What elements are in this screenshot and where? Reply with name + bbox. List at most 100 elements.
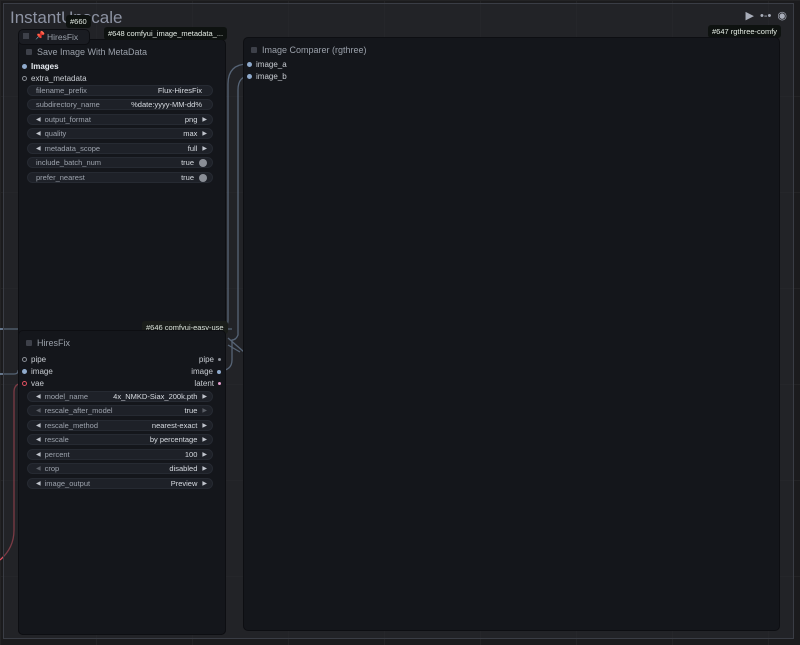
right-arrow-icon[interactable]: ▶ [202, 116, 207, 123]
filename-prefix-widget[interactable]: filename_prefix Flux-HiresFix [27, 85, 213, 96]
widget-label: rescale_method [44, 421, 98, 430]
input-pin-icon [247, 62, 252, 67]
right-arrow-icon[interactable]: ▶ [202, 480, 207, 487]
widget-label: filename_prefix [36, 86, 87, 95]
widget-value: 4x_NMKD-Siax_200k.pth [113, 392, 198, 401]
metadata-scope-widget[interactable]: ◀ metadata_scope full ▶ [27, 143, 213, 154]
hiresfix-id-badge: #660 [66, 15, 91, 28]
hiresfix-header[interactable]: HiresFix [19, 331, 225, 355]
prefer-nearest-widget[interactable]: prefer_nearest true [27, 172, 213, 183]
left-arrow-icon[interactable]: ◀ [36, 480, 41, 487]
input-pin-icon [22, 369, 27, 374]
input-pin-icon [22, 64, 27, 69]
input-pin-icon [22, 76, 27, 81]
subdirectory-name-widget[interactable]: subdirectory_name %date:yyyy-MM-dd% [27, 99, 213, 110]
widget-value: %date:yyyy-MM-dd% [131, 100, 202, 109]
widget-label: include_batch_num [36, 158, 102, 167]
connection-icon[interactable]: •-• [760, 10, 771, 22]
right-arrow-icon[interactable]: ▶ [202, 451, 207, 458]
hiresfix-node[interactable]: HiresFix pipe image vae pipe image laten… [19, 331, 225, 634]
right-arrow-icon[interactable]: ▶ [202, 407, 207, 414]
image-b-label: image_b [256, 72, 287, 81]
right-arrow-icon[interactable]: ▶ [202, 145, 207, 152]
input-pin-icon [22, 381, 27, 386]
image-output-widget[interactable]: ◀ image_output Preview ▶ [27, 478, 213, 489]
pipe-output[interactable]: pipe [199, 355, 221, 364]
right-arrow-icon[interactable]: ▶ [202, 393, 207, 400]
image-a-input[interactable]: image_a [247, 60, 287, 69]
left-arrow-icon[interactable]: ◀ [36, 393, 41, 400]
widget-value: Flux-HiresFix [157, 86, 202, 95]
image-comparer-node[interactable]: Image Comparer (rgthree) image_a image_b [244, 38, 779, 630]
toggle-icon[interactable] [199, 173, 207, 182]
images-input[interactable]: Images [22, 62, 59, 71]
metadata-id-badge: #648 comfyui_image_metadata_... [104, 27, 228, 40]
node-collapse-icon[interactable] [26, 340, 32, 346]
eye-icon[interactable]: ◉ [777, 10, 787, 22]
output-pin-icon [217, 369, 221, 374]
widget-value: full [187, 144, 198, 153]
widget-label: rescale [44, 435, 69, 444]
input-pin-icon [247, 74, 252, 79]
widget-label: image_output [44, 479, 91, 488]
output-pin-icon [218, 382, 221, 385]
node-collapse-icon[interactable] [26, 49, 32, 55]
collapsed-node-title: HiresFix [47, 32, 79, 42]
left-arrow-icon[interactable]: ◀ [36, 116, 41, 123]
image-output[interactable]: image [191, 367, 221, 376]
image-input[interactable]: image [22, 367, 53, 376]
widget-value: max [183, 129, 198, 138]
output-format-widget[interactable]: ◀ output_format png ▶ [27, 114, 213, 125]
widget-label: subdirectory_name [36, 100, 100, 109]
extra-metadata-input[interactable]: extra_metadata [22, 74, 87, 83]
rescale-widget[interactable]: ◀ rescale by percentage ▶ [27, 434, 213, 445]
widget-value: true [181, 173, 194, 182]
image-b-input[interactable]: image_b [247, 72, 287, 81]
images-input-label: Images [31, 62, 59, 71]
widget-label: rescale_after_model [44, 406, 113, 415]
left-arrow-icon[interactable]: ◀ [36, 422, 41, 429]
widget-label: crop [44, 464, 60, 473]
save-image-title: Save Image With MetaData [37, 47, 148, 57]
vae-input[interactable]: vae [22, 379, 44, 388]
group-controls: ▶ •-• ◉ [746, 10, 787, 22]
left-arrow-icon[interactable]: ◀ [36, 130, 41, 137]
crop-widget[interactable]: ◀ crop disabled ▶ [27, 463, 213, 474]
extra-metadata-label: extra_metadata [31, 74, 87, 83]
toggle-icon[interactable] [199, 158, 207, 167]
left-arrow-icon[interactable]: ◀ [36, 451, 41, 458]
node-collapse-icon[interactable] [251, 47, 257, 53]
widget-value: nearest-exact [151, 421, 198, 430]
widget-value: true [181, 158, 194, 167]
latent-output[interactable]: latent [194, 379, 221, 388]
left-arrow-icon[interactable]: ◀ [36, 145, 41, 152]
play-icon[interactable]: ▶ [746, 10, 754, 22]
image-comparer-title: Image Comparer (rgthree) [262, 45, 367, 55]
widget-label: model_name [44, 392, 88, 401]
left-arrow-icon[interactable]: ◀ [36, 436, 41, 443]
left-arrow-icon[interactable]: ◀ [36, 407, 41, 414]
widget-label: metadata_scope [44, 144, 101, 153]
right-arrow-icon[interactable]: ▶ [202, 436, 207, 443]
image-comparer-header[interactable]: Image Comparer (rgthree) [244, 38, 779, 62]
right-arrow-icon[interactable]: ▶ [202, 422, 207, 429]
model-name-widget[interactable]: ◀ model_name 4x_NMKD-Siax_200k.pth ▶ [27, 391, 213, 402]
percent-widget[interactable]: ◀ percent 100 ▶ [27, 449, 213, 460]
left-arrow-icon[interactable]: ◀ [36, 465, 41, 472]
pin-icon: 📌 [35, 31, 45, 40]
node-collapse-icon[interactable] [23, 33, 29, 39]
collapsed-hiresfix-node[interactable]: 📌 HiresFix [19, 30, 89, 44]
widget-value: png [184, 115, 198, 124]
image-input-label: image [31, 367, 53, 376]
right-arrow-icon[interactable]: ▶ [202, 130, 207, 137]
comparer-id-badge: #647 rgthree-comfy [708, 25, 782, 38]
widget-label: output_format [44, 115, 91, 124]
rescale-method-widget[interactable]: ◀ rescale_method nearest-exact ▶ [27, 420, 213, 431]
widget-value: by percentage [149, 435, 198, 444]
quality-widget[interactable]: ◀ quality max ▶ [27, 128, 213, 139]
right-arrow-icon[interactable]: ▶ [202, 465, 207, 472]
include-batch-num-widget[interactable]: include_batch_num true [27, 157, 213, 168]
rescale-after-model-widget[interactable]: ◀ rescale_after_model true ▶ [27, 405, 213, 416]
widget-label: percent [44, 450, 70, 459]
pipe-input[interactable]: pipe [22, 355, 46, 364]
